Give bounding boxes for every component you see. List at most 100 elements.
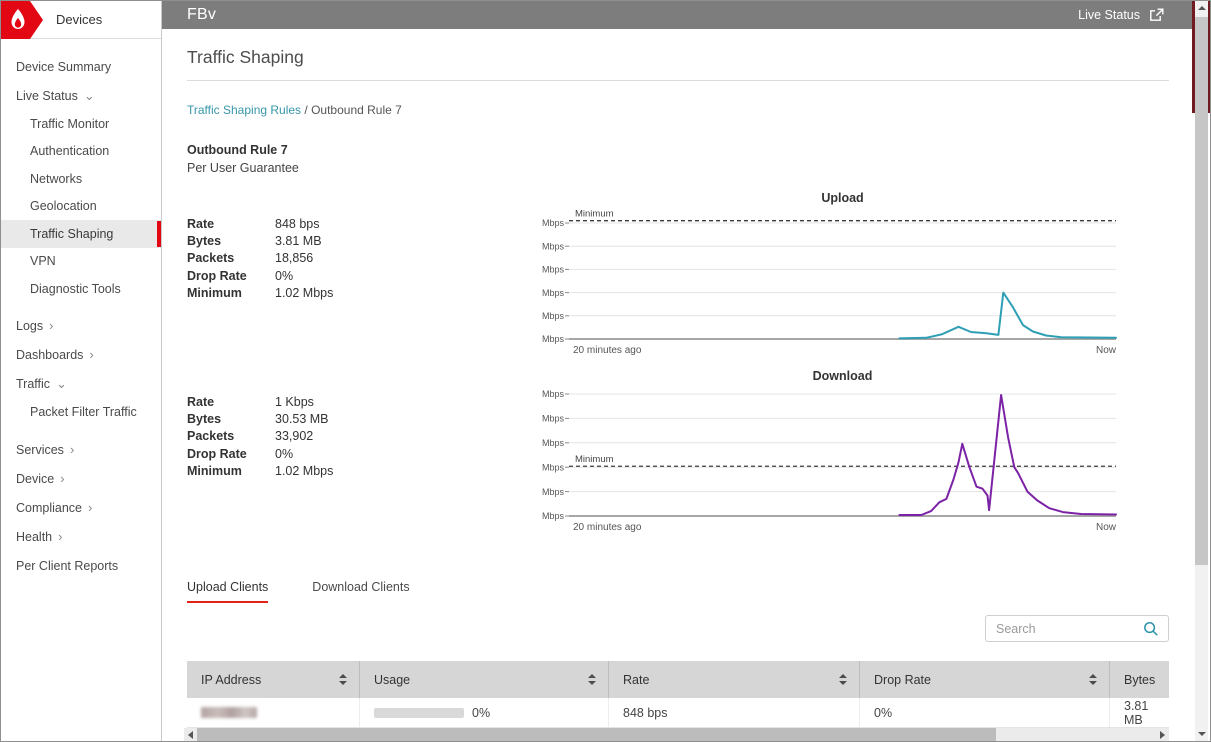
sidebar-item-label: Traffic Shaping [30, 227, 113, 241]
svg-text:0.2 Mbps: 0.2 Mbps [540, 311, 564, 321]
sort-icon [588, 674, 596, 685]
sidebar-item-label: Dashboards [16, 348, 83, 362]
vertical-scrollbar[interactable] [1195, 1, 1208, 741]
sidebar-header: Devices [1, 1, 161, 39]
rate-cell: 848 bps [608, 698, 859, 727]
scroll-up-arrow[interactable] [1195, 1, 1208, 14]
sidebar-item-networks[interactable]: Networks [1, 165, 161, 193]
svg-text:0.0 Mbps: 0.0 Mbps [540, 511, 564, 521]
sidebar-item-label: Traffic [16, 377, 50, 391]
stat-row: Rate1 Kbps [187, 393, 517, 410]
usage-percent: 0% [472, 706, 490, 720]
svg-text:Now: Now [1096, 522, 1117, 533]
column-label: Drop Rate [874, 673, 931, 687]
rule-subtitle: Per User Guarantee [187, 161, 299, 175]
stat-value: 3.81 MB [275, 234, 322, 248]
brand-logo[interactable] [1, 1, 43, 39]
device-title: FBv [187, 6, 216, 24]
scroll-left-arrow[interactable] [184, 728, 197, 742]
svg-text:0.4 Mbps: 0.4 Mbps [540, 288, 564, 298]
horizontal-scrollbar[interactable] [184, 728, 1169, 742]
sidebar-item-geolocation[interactable]: Geolocation [1, 193, 161, 221]
search-icon[interactable] [1143, 621, 1159, 637]
table-row: 0%848 bps0%3.81 MB [187, 698, 1169, 728]
sidebar-item-label: Per Client Reports [16, 559, 118, 573]
sidebar-item-compliance[interactable]: Compliance› [1, 493, 161, 522]
search-input[interactable] [996, 622, 1143, 636]
svg-text:Download: Download [813, 369, 873, 383]
sidebar-item-dashboards[interactable]: Dashboards› [1, 341, 161, 370]
sidebar-item-health[interactable]: Health› [1, 522, 161, 551]
sidebar-item-label: Traffic Monitor [30, 117, 109, 131]
search-box [985, 615, 1169, 642]
stat-value: 1.02 Mbps [275, 286, 333, 300]
sidebar-item-diagnostic-tools[interactable]: Diagnostic Tools [1, 275, 161, 303]
column-label: IP Address [201, 673, 261, 687]
bytes-cell: 3.81 MB [1109, 698, 1169, 727]
tab-upload-clients[interactable]: Upload Clients [187, 580, 268, 603]
svg-text:20 minutes ago: 20 minutes ago [573, 522, 642, 533]
tab-download-clients[interactable]: Download Clients [312, 580, 409, 603]
stat-row: Minimum1.02 Mbps [187, 285, 517, 302]
usage-cell: 0% [359, 698, 608, 727]
svg-text:2.5 Mbps: 2.5 Mbps [540, 389, 564, 399]
stat-value: 33,902 [275, 429, 313, 443]
sidebar-item-live-status[interactable]: Live Status⌄ [1, 81, 161, 110]
svg-text:Minimum: Minimum [575, 454, 614, 465]
main-content: Traffic Shaping Traffic Shaping Rules / … [162, 29, 1194, 742]
sidebar-item-authentication[interactable]: Authentication [1, 138, 161, 166]
column-header-rate[interactable]: Rate [608, 661, 859, 698]
external-link-icon [1149, 8, 1164, 22]
column-header-bytes[interactable]: Bytes [1109, 661, 1169, 698]
column-header-drop-rate[interactable]: Drop Rate [859, 661, 1109, 698]
stat-row: Minimum1.02 Mbps [187, 463, 517, 480]
stat-value: 0% [275, 269, 293, 283]
drop-rate-cell: 0% [859, 698, 1109, 727]
stat-row: Bytes3.81 MB [187, 232, 517, 249]
column-header-usage[interactable]: Usage [359, 661, 608, 698]
live-status-link[interactable]: Live Status [1078, 8, 1164, 22]
sidebar-item-services[interactable]: Services › [1, 435, 161, 464]
chevron-down-icon: ⌄ [84, 91, 95, 101]
stat-value: 0% [275, 447, 293, 461]
upload-stats: Rate848 bpsBytes3.81 MBPackets18,856Drop… [187, 215, 517, 302]
breadcrumb-link[interactable]: Traffic Shaping Rules [187, 103, 301, 117]
live-status-label: Live Status [1078, 8, 1140, 22]
stat-value: 1 Kbps [275, 395, 314, 409]
sidebar-item-traffic-monitor[interactable]: Traffic Monitor [1, 110, 161, 138]
stat-label: Bytes [187, 412, 275, 426]
sidebar-item-traffic-shaping[interactable]: Traffic Shaping [1, 220, 161, 248]
sidebar-item-label: Authentication [30, 144, 109, 158]
sidebar-item-label: Health [16, 530, 52, 544]
vertical-scroll-thumb[interactable] [1195, 17, 1208, 565]
sidebar-item-traffic[interactable]: Traffic⌄ [1, 370, 161, 399]
svg-text:0.6 Mbps: 0.6 Mbps [540, 265, 564, 275]
sidebar-item-label: Logs [16, 319, 43, 333]
svg-text:1.0 Mbps: 1.0 Mbps [540, 462, 564, 472]
sidebar-item-per-client-reports[interactable]: Per Client Reports [1, 551, 161, 580]
sidebar-item-packet-filter-traffic[interactable]: Packet Filter Traffic [1, 399, 161, 427]
scroll-down-arrow[interactable] [1195, 727, 1208, 740]
scroll-right-arrow[interactable] [1156, 728, 1169, 742]
stat-row: Packets18,856 [187, 250, 517, 267]
horizontal-scroll-thumb[interactable] [197, 728, 996, 742]
client-tabs: Upload Clients Download Clients [187, 580, 410, 603]
stat-value: 848 bps [275, 217, 319, 231]
topbar: FBv Live Status [162, 1, 1194, 29]
svg-text:2.0 Mbps: 2.0 Mbps [540, 414, 564, 424]
chevron-right-icon: › [60, 474, 64, 484]
sidebar-item-device[interactable]: Device› [1, 464, 161, 493]
sidebar-item-logs[interactable]: Logs› [1, 312, 161, 341]
sidebar-item-label: Device Summary [16, 60, 111, 74]
column-header-ip-address[interactable]: IP Address [187, 661, 359, 698]
sidebar: Devices Device Summary Live Status⌄ Traffi… [1, 1, 162, 741]
rule-name: Outbound Rule 7 [187, 143, 288, 157]
chevron-right-icon: › [70, 445, 74, 455]
stat-label: Bytes [187, 234, 275, 248]
sidebar-item-label: Services [16, 443, 64, 457]
svg-text:0.8 Mbps: 0.8 Mbps [540, 241, 564, 251]
column-label: Usage [374, 673, 410, 687]
sidebar-item-device-summary[interactable]: Device Summary [1, 52, 161, 81]
sidebar-item-vpn[interactable]: VPN [1, 248, 161, 276]
svg-text:0.0 Mbps: 0.0 Mbps [540, 334, 564, 344]
